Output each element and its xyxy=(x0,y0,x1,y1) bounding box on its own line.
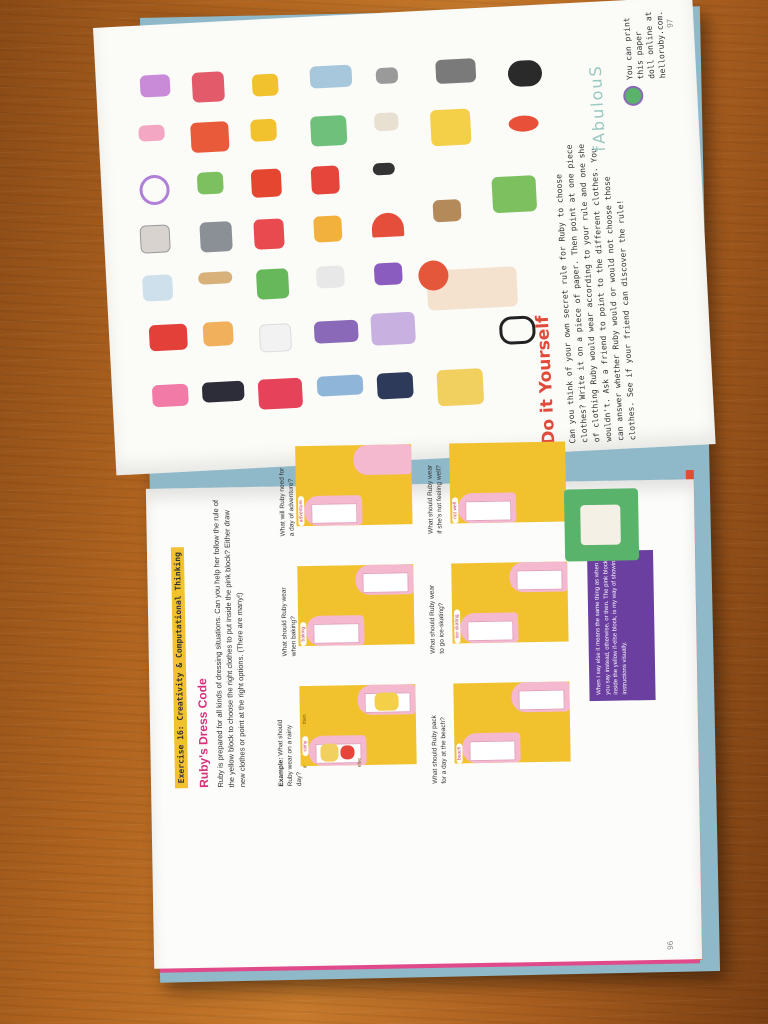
clothing-rain-boots xyxy=(313,215,343,243)
clothing-pajamas-red xyxy=(257,377,304,410)
clothing-crown xyxy=(373,112,399,132)
drop-box-adventure-1[interactable] xyxy=(311,503,358,524)
clothing-gray-pants xyxy=(435,58,477,85)
clothing-green-sweater xyxy=(255,268,290,300)
clothing-earmuffs xyxy=(138,124,165,142)
question-ice-skating: What should Ruby wear to go ice-skating? xyxy=(428,584,446,654)
question-beach: What should Ruby pack for a day at the b… xyxy=(430,715,449,784)
clothing-green-dress xyxy=(309,114,348,147)
drop-box-beach-1[interactable] xyxy=(469,740,516,762)
clothing-green-beanie xyxy=(196,171,224,195)
clothing-cap-purple xyxy=(373,262,403,286)
else-block-adventure xyxy=(353,444,412,476)
clothing-blue-top xyxy=(142,274,174,302)
clothing-baking-tray xyxy=(199,221,233,253)
robot-screen-face xyxy=(580,504,621,546)
drop-box-ice-skating-2[interactable] xyxy=(516,569,563,591)
question-adventure: What will Ruby need for a day of adventu… xyxy=(278,467,296,537)
question-not-well: What should Ruby wear if she's not feeli… xyxy=(426,464,444,534)
drop-box-not-well-1[interactable] xyxy=(465,500,512,522)
print-note: You can print this paper doll online at … xyxy=(622,10,668,81)
page-number-right: 97 xyxy=(665,18,675,29)
clothing-hat-pink xyxy=(139,74,171,98)
kw-else-example: else xyxy=(356,757,363,768)
clothing-shorts xyxy=(432,199,462,223)
clothing-yellow-raincoat xyxy=(436,368,485,407)
exercise-title: Ruby's Dress Code xyxy=(195,678,212,788)
clothing-rolling-pin xyxy=(197,271,233,285)
clothing-jeans xyxy=(316,374,364,397)
exercise-banner-text: Exercise 16: Creativity & Computational … xyxy=(172,552,186,784)
kw-if-example: if xyxy=(302,765,309,769)
clothing-purple-coat xyxy=(370,311,416,346)
kw-then-example: then xyxy=(301,714,308,725)
clothing-cupcakes xyxy=(202,321,234,347)
drop-box-baking-1[interactable] xyxy=(313,623,360,644)
clothing-green-kimono xyxy=(491,175,538,214)
clothing-red-top xyxy=(250,168,283,198)
clothing-yellow-dress xyxy=(429,108,472,147)
condition-beach: beach xyxy=(456,743,463,764)
clothing-penguin-hat xyxy=(507,59,543,88)
example-raincoat xyxy=(320,743,339,762)
robot-screen-illustration xyxy=(563,488,640,562)
clothing-overalls-red xyxy=(190,121,230,154)
fabulous-wordmark: fAbulouS xyxy=(585,63,610,153)
drop-box-beach-2[interactable] xyxy=(518,689,565,711)
diy-heading: Do it Yourself xyxy=(532,314,560,446)
clothing-cat-hat xyxy=(251,73,279,97)
exercise-banner: Exercise 16: Creativity & Computational … xyxy=(170,546,189,789)
clothing-striped-pants xyxy=(201,380,245,403)
clothing-sweater-red xyxy=(191,71,226,103)
example-boots xyxy=(340,745,355,760)
drop-box-baking-2[interactable] xyxy=(362,572,409,594)
condition-ice-skating: ice-skating xyxy=(454,609,461,644)
condition-not-well: not well xyxy=(452,497,459,524)
page-97: Do it Yourself Can you think of your own… xyxy=(93,0,716,476)
clothing-mittens xyxy=(315,265,345,289)
page-96: Exercise 16: Creativity & Computational … xyxy=(145,441,703,969)
clothing-dress-pink xyxy=(151,383,189,408)
clothing-scarf-striped xyxy=(253,218,285,250)
diy-body: Can you think of your own secret rule fo… xyxy=(554,143,638,444)
condition-rainy: rainy xyxy=(302,736,309,757)
earth-icon xyxy=(622,85,644,107)
page-number-left: 96 xyxy=(665,940,675,950)
clothing-green-hat xyxy=(250,118,278,142)
clothing-letter-d xyxy=(138,174,171,206)
example-yellow-dress xyxy=(374,692,399,711)
clothing-umbrella xyxy=(371,212,405,238)
clothing-bowler xyxy=(375,67,399,85)
example-label: Example: xyxy=(277,757,286,787)
clothing-leggings-purple xyxy=(313,319,359,344)
condition-baking: baking xyxy=(300,622,307,647)
exercise-intro: Ruby is prepared for all kinds of dressi… xyxy=(211,499,248,788)
clothing-tshirt-white xyxy=(258,323,293,353)
clothing-checkered-top xyxy=(148,323,188,352)
condition-adventure: adventure xyxy=(298,496,305,527)
clothing-jeans-light xyxy=(309,64,353,89)
clothing-oven xyxy=(139,224,171,254)
clothing-cane xyxy=(498,315,537,346)
drop-box-ice-skating-1[interactable] xyxy=(467,620,514,642)
clothing-navy-dress xyxy=(376,371,414,400)
clothing-red-leaf xyxy=(508,114,539,133)
clothing-sunglasses xyxy=(372,162,396,176)
clothing-red-boots xyxy=(310,165,340,195)
question-baking: What should Ruby wear when baking? xyxy=(280,587,298,657)
callout-text: When I say else it means the same thing … xyxy=(594,557,629,695)
